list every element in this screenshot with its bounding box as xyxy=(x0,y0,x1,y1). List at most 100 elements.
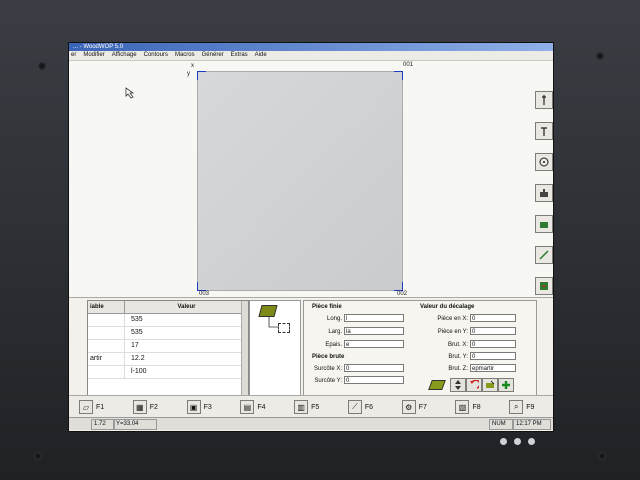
contour-icon: ⟋ xyxy=(347,400,362,414)
f5-button[interactable]: ▥ F5 xyxy=(284,396,338,418)
panel-icon: ▤ xyxy=(240,400,255,414)
workpiece-canvas[interactable] xyxy=(197,71,403,291)
brut-z-input[interactable]: epmartir xyxy=(470,364,516,372)
menu-item-aide[interactable]: Aide xyxy=(255,51,267,60)
table-cell-value[interactable]: 535 xyxy=(125,327,248,339)
monitor-button[interactable] xyxy=(514,438,521,445)
table-cell-variable xyxy=(88,340,125,352)
router-tool-button[interactable] xyxy=(535,184,553,202)
menu-item-affichage[interactable]: Affichage xyxy=(112,51,137,60)
edit-piece-button[interactable] xyxy=(482,378,498,392)
f1-label: F1 xyxy=(96,403,105,411)
table-cell-variable xyxy=(88,327,125,339)
piece-finie-heading: Pièce finie xyxy=(312,304,342,310)
f2-button[interactable]: ▦ F2 xyxy=(123,396,177,418)
workpiece-icon[interactable] xyxy=(428,380,446,390)
table-row[interactable]: 17 xyxy=(88,340,248,353)
print-icon: ▧ xyxy=(455,400,470,414)
monitor-button[interactable] xyxy=(500,438,507,445)
brut-x-input[interactable]: 0 xyxy=(470,340,516,348)
bezel-screw xyxy=(34,452,42,460)
f9-label: F9 xyxy=(526,403,535,411)
contour-tool-button[interactable] xyxy=(535,246,553,264)
menu-item-modifier[interactable]: Modifier xyxy=(83,51,104,60)
add-button[interactable] xyxy=(498,378,514,392)
menu-item-macros[interactable]: Macros xyxy=(175,51,195,60)
f4-button[interactable]: ▤ F4 xyxy=(230,396,284,418)
f9-button[interactable]: ⌕ F9 xyxy=(499,396,553,418)
drawing-area[interactable]: x y 001 003 002 xyxy=(69,61,553,297)
table-cell-value[interactable]: 17 xyxy=(125,340,248,352)
brut-z-label: Brut. Z: xyxy=(448,366,468,372)
epais-input[interactable]: e xyxy=(344,340,404,348)
menu-item-contours[interactable]: Contours xyxy=(144,51,168,60)
larg-input[interactable]: la xyxy=(344,327,404,335)
application-window: ... - WoodWOP 5.0 er Modifier Affichage … xyxy=(68,42,554,432)
menu-item-fichier[interactable]: er xyxy=(71,51,76,60)
menu-item-generer[interactable]: Générer xyxy=(202,51,224,60)
table-cell-variable xyxy=(88,366,125,378)
f6-button[interactable]: ⟋ F6 xyxy=(338,396,392,418)
corner-label-top: 001 xyxy=(403,62,414,68)
move-up-down-button[interactable] xyxy=(450,378,466,392)
table-header: iable Valeur xyxy=(88,301,248,314)
grid-icon: ▦ xyxy=(132,400,147,414)
table-row[interactable]: 535 xyxy=(88,327,248,340)
pocket-tool-button[interactable] xyxy=(535,215,553,233)
layout-icon: ▣ xyxy=(186,400,201,414)
tree-child-icon[interactable] xyxy=(278,323,290,333)
f3-button[interactable]: ▣ F3 xyxy=(177,396,231,418)
piece-x-input[interactable]: 0 xyxy=(470,314,516,322)
f7-label: F7 xyxy=(418,403,427,411)
decalage-heading: Valeur du décalage xyxy=(420,304,475,310)
surcote-y-input[interactable]: 0 xyxy=(344,376,404,384)
right-toolbar xyxy=(533,91,553,308)
tree-root-icon[interactable] xyxy=(258,305,278,317)
table-row[interactable]: l-100 xyxy=(88,366,248,379)
piece-y-input[interactable]: 0 xyxy=(470,327,516,335)
component-tree[interactable] xyxy=(249,300,301,396)
brut-y-label: Brut. Y: xyxy=(448,354,468,360)
piece-icon: ▱ xyxy=(79,400,93,414)
title-bar: ... - WoodWOP 5.0 xyxy=(69,43,553,51)
monitor-button[interactable] xyxy=(528,438,535,445)
macro-tool-button[interactable] xyxy=(535,277,553,295)
f8-button[interactable]: ▧ F8 xyxy=(445,396,499,418)
table-cell-value[interactable]: 535 xyxy=(125,314,248,326)
status-coord-y: Y=33.04 xyxy=(113,419,157,430)
long-label: Long. xyxy=(326,316,342,322)
column-header-variable: iable xyxy=(88,301,125,313)
epais-label: Epais. xyxy=(325,342,342,348)
f4-label: F4 xyxy=(257,403,266,411)
surcote-x-label: Surcôte X: xyxy=(313,366,342,372)
table-scrollbar[interactable] xyxy=(241,301,248,395)
brut-x-label: Brut. X: xyxy=(447,342,468,348)
undo-button[interactable] xyxy=(466,378,482,392)
bezel-screw xyxy=(38,62,46,70)
table-cell-value[interactable]: l-100 xyxy=(125,366,248,378)
drill-horizontal-tool-button[interactable] xyxy=(535,122,553,140)
piece-settings: Pièce finie Long. l Larg. la Epais. e Pi… xyxy=(303,300,537,396)
x-axis-label: x xyxy=(191,63,194,69)
table-row[interactable]: 535 xyxy=(88,314,248,327)
surcote-x-input[interactable]: 0 xyxy=(344,364,404,372)
f5-label: F5 xyxy=(311,403,320,411)
corner-marker xyxy=(197,71,206,80)
column-header-valeur: Valeur xyxy=(177,304,196,310)
long-input[interactable]: l xyxy=(344,314,404,322)
status-time: 12:17 PM xyxy=(513,419,551,430)
variables-table[interactable]: iable Valeur 535 535 17 artir 12.2 l-100 xyxy=(87,300,249,396)
drill-vertical-tool-button[interactable] xyxy=(535,91,553,109)
table-cell-value[interactable]: 12.2 xyxy=(125,353,248,365)
f7-button[interactable]: ⚙ F7 xyxy=(392,396,446,418)
f3-label: F3 xyxy=(203,403,212,411)
f1-button[interactable]: ▱ F1 xyxy=(69,396,123,418)
menu-item-extras[interactable]: Extras xyxy=(231,51,248,60)
status-coord-x: 1.72 xyxy=(91,419,115,430)
surcote-y-label: Surcôte Y: xyxy=(314,378,342,384)
saw-tool-button[interactable] xyxy=(535,153,553,171)
brut-y-input[interactable]: 0 xyxy=(470,352,516,360)
table-row[interactable]: artir 12.2 xyxy=(88,353,248,366)
properties-panel: iable Valeur 535 535 17 artir 12.2 l-100 … xyxy=(69,297,553,396)
corner-marker xyxy=(197,282,206,291)
